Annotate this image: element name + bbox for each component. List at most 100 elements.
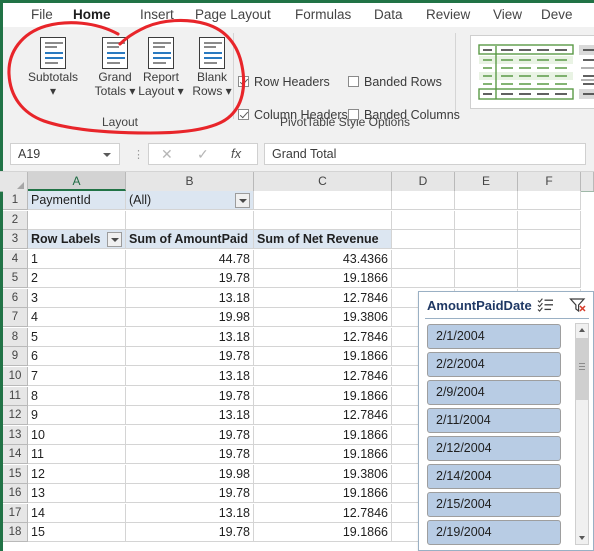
cell-C10[interactable]: 12.7846 <box>254 366 392 386</box>
cell-C8[interactable]: 12.7846 <box>254 327 392 347</box>
row-header-18[interactable]: 18 <box>3 523 28 543</box>
cell-A2[interactable] <box>28 210 126 230</box>
cell-B7[interactable]: 19.98 <box>126 308 254 328</box>
cell-E5[interactable] <box>455 269 518 289</box>
row-labels-filter-button[interactable] <box>107 232 122 248</box>
cell-B10[interactable]: 13.18 <box>126 366 254 386</box>
column-header-E[interactable]: E <box>455 172 518 191</box>
cell-A4[interactable]: 1 <box>28 249 126 269</box>
cell-A17[interactable]: 14 <box>28 503 126 523</box>
cell-B3[interactable]: Sum of AmountPaid <box>126 230 254 250</box>
row-header-10[interactable]: 10 <box>3 366 28 386</box>
cell-F1[interactable] <box>518 191 581 210</box>
cell-C16[interactable]: 19.1866 <box>254 484 392 504</box>
clear-filter-icon[interactable] <box>569 297 587 313</box>
slicer-item[interactable]: 2/11/2004 <box>427 408 561 433</box>
cell-D2[interactable] <box>392 210 455 230</box>
ribbon-tab-review[interactable]: Review <box>419 3 477 27</box>
cell-E3[interactable] <box>455 230 518 250</box>
row-header-12[interactable]: 12 <box>3 406 28 426</box>
cell-A14[interactable]: 11 <box>28 445 126 465</box>
ribbon-tab-formulas[interactable]: Formulas <box>288 3 358 27</box>
cell-A7[interactable]: 4 <box>28 308 126 328</box>
cell-E2[interactable] <box>455 210 518 230</box>
scroll-up-icon[interactable] <box>576 324 588 336</box>
cell-B18[interactable]: 19.78 <box>126 523 254 543</box>
row-header-2[interactable]: 2 <box>3 210 28 230</box>
cell-F5[interactable] <box>518 269 581 289</box>
cell-B6[interactable]: 13.18 <box>126 288 254 308</box>
row-header-13[interactable]: 13 <box>3 425 28 445</box>
cell-B9[interactable]: 19.78 <box>126 347 254 367</box>
cell-A16[interactable]: 13 <box>28 484 126 504</box>
cell-C11[interactable]: 19.1866 <box>254 386 392 406</box>
cell-D1[interactable] <box>392 191 455 210</box>
checkbox-row-headers[interactable]: Row Headers <box>238 75 330 89</box>
row-header-5[interactable]: 5 <box>3 269 28 289</box>
cell-B5[interactable]: 19.78 <box>126 269 254 289</box>
pivottable-styles-gallery[interactable] <box>470 35 594 109</box>
row-header-7[interactable]: 7 <box>3 308 28 328</box>
pivot-style-thumb-selected[interactable] <box>477 42 575 102</box>
cell-C17[interactable]: 12.7846 <box>254 503 392 523</box>
cell-E4[interactable] <box>455 249 518 269</box>
cell-B4[interactable]: 44.78 <box>126 249 254 269</box>
ribbon-tab-file[interactable]: File <box>24 3 60 27</box>
row-header-14[interactable]: 14 <box>3 445 28 465</box>
cell-B15[interactable]: 19.98 <box>126 464 254 484</box>
checkbox-icon[interactable] <box>348 76 359 87</box>
cell-C15[interactable]: 19.3806 <box>254 464 392 484</box>
slicer-item[interactable]: 2/15/2004 <box>427 492 561 517</box>
cell-C2[interactable] <box>254 210 392 230</box>
cell-D5[interactable] <box>392 269 455 289</box>
scroll-down-icon[interactable] <box>576 532 588 544</box>
select-all-corner[interactable] <box>3 172 28 191</box>
column-header-C[interactable]: C <box>254 172 392 191</box>
page-filter-dropdown-button[interactable] <box>235 193 250 208</box>
cell-D3[interactable] <box>392 230 455 250</box>
ribbon-tab-insert[interactable]: Insert <box>133 3 181 27</box>
cell-A6[interactable]: 3 <box>28 288 126 308</box>
ribbon-tab-deve[interactable]: Deve <box>534 3 580 27</box>
cell-C13[interactable]: 19.1866 <box>254 425 392 445</box>
cell-A8[interactable]: 5 <box>28 327 126 347</box>
ribbon-tab-home[interactable]: Home <box>66 3 118 27</box>
cell-B17[interactable]: 13.18 <box>126 503 254 523</box>
cell-D4[interactable] <box>392 249 455 269</box>
confirm-icon[interactable]: ✓ <box>197 146 209 163</box>
column-header-extra[interactable] <box>581 172 594 191</box>
checkbox-banded-rows[interactable]: Banded Rows <box>348 75 442 89</box>
formula-input[interactable]: Grand Total <box>264 143 586 165</box>
cancel-icon[interactable]: ✕ <box>161 146 173 163</box>
cell-A9[interactable]: 6 <box>28 347 126 367</box>
cell-B14[interactable]: 19.78 <box>126 445 254 465</box>
cell-C1[interactable] <box>254 191 392 210</box>
row-header-6[interactable]: 6 <box>3 288 28 308</box>
slicer-item[interactable]: 2/19/2004 <box>427 520 561 545</box>
cell-A10[interactable]: 7 <box>28 366 126 386</box>
column-header-D[interactable]: D <box>392 172 455 191</box>
slicer-amountpaiddate[interactable]: AmountPaidDate 2/1/2004 2/2/2004 2/9/200… <box>418 291 594 551</box>
insert-function-icon[interactable]: fx <box>231 146 241 161</box>
row-header-4[interactable]: 4 <box>3 249 28 269</box>
cell-C7[interactable]: 19.3806 <box>254 308 392 328</box>
cell-F3[interactable] <box>518 230 581 250</box>
row-header-3[interactable]: 3 <box>3 230 28 250</box>
ribbon-tab-data[interactable]: Data <box>367 3 410 27</box>
row-header-1[interactable]: 1 <box>3 191 28 210</box>
slicer-scrollbar[interactable] <box>575 323 589 545</box>
row-header-11[interactable]: 11 <box>3 386 28 406</box>
cell-A11[interactable]: 8 <box>28 386 126 406</box>
cell-B2[interactable] <box>126 210 254 230</box>
row-header-9[interactable]: 9 <box>3 347 28 367</box>
slicer-item[interactable]: 2/14/2004 <box>427 464 561 489</box>
multi-select-icon[interactable] <box>537 297 555 313</box>
cell-C18[interactable]: 19.1866 <box>254 523 392 543</box>
cell-A1[interactable]: PaymentId <box>28 191 126 210</box>
column-header-A[interactable]: A <box>28 172 126 191</box>
cell-F4[interactable] <box>518 249 581 269</box>
chevron-down-icon[interactable] <box>103 153 111 157</box>
cell-A15[interactable]: 12 <box>28 464 126 484</box>
checkbox-icon[interactable] <box>348 109 359 120</box>
cell-C3[interactable]: Sum of Net Revenue <box>254 230 392 250</box>
